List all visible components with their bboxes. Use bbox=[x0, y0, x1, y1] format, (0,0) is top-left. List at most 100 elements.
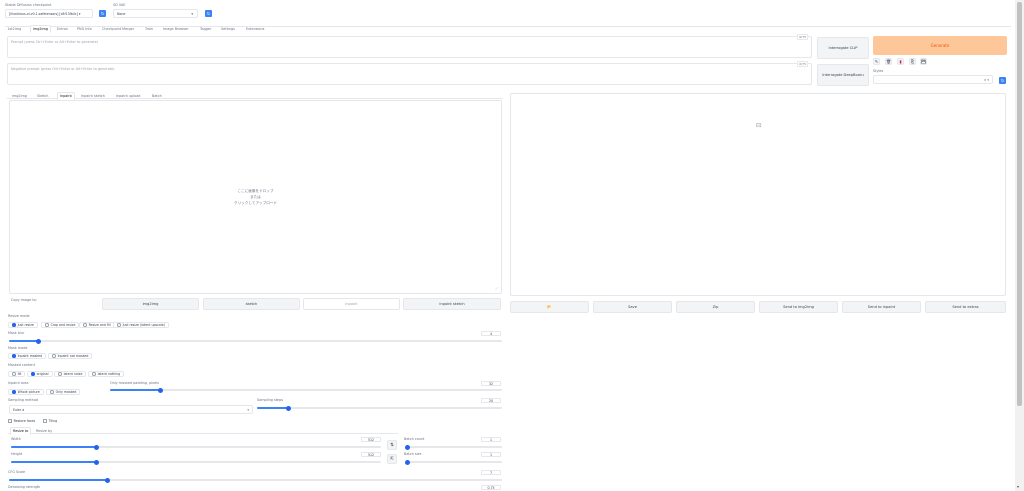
subtab-img2img[interactable]: img2img bbox=[12, 94, 27, 98]
copy-to-img2img-button[interactable]: img2img bbox=[102, 298, 199, 310]
restore-faces-checkbox[interactable]: Restore faces bbox=[8, 419, 35, 423]
tab-resize-by[interactable]: Resize by bbox=[36, 429, 52, 433]
width-input[interactable]: 512 bbox=[361, 437, 381, 442]
refresh-vae-icon[interactable]: ↻ bbox=[205, 10, 212, 17]
pencil-icon[interactable]: ✎ bbox=[873, 58, 880, 65]
page-scrollbar[interactable]: ▾ bbox=[1015, 0, 1024, 491]
padding-slider[interactable] bbox=[110, 387, 502, 393]
tab-settings[interactable]: Settings bbox=[221, 27, 235, 31]
zip-button[interactable]: Zip bbox=[676, 301, 755, 313]
inpaint-canvas-dropzone[interactable]: ここに画像をドロップ または クリックしてアップロード ⟋ bbox=[9, 100, 502, 294]
slider-knob[interactable] bbox=[105, 477, 111, 483]
swap-dimensions-icon[interactable]: ⇅ bbox=[387, 440, 397, 450]
checkpoint-select[interactable]: [Illustrious-xl-v0.1.safetensors] [c8f13… bbox=[5, 9, 93, 18]
radio-label: Resize and fill bbox=[88, 323, 111, 327]
interrogate-clip-button[interactable]: Interrogate CLIP bbox=[817, 37, 869, 59]
subtab-sketch[interactable]: Sketch bbox=[37, 94, 48, 98]
radio-crop-and-resize[interactable]: Crop and resize bbox=[41, 322, 80, 328]
vae-select[interactable]: None ▾ bbox=[113, 9, 198, 18]
subtab-batch[interactable]: Batch bbox=[152, 94, 162, 98]
height-input[interactable]: 512 bbox=[361, 452, 381, 457]
refresh-checkpoint-icon[interactable]: ↻ bbox=[99, 10, 106, 17]
tab-png-info[interactable]: PNG Info bbox=[77, 27, 92, 31]
mask-blur-slider[interactable] bbox=[9, 338, 502, 344]
interrogate-deepbooru-button[interactable]: Interrogate DeepBooru bbox=[817, 64, 869, 86]
generate-button[interactable]: Generate bbox=[873, 36, 1007, 55]
scrollbar-thumb[interactable] bbox=[1017, 2, 1022, 406]
slider-knob[interactable] bbox=[93, 459, 99, 465]
open-folder-icon[interactable]: 📂 bbox=[510, 301, 589, 313]
radio-latent-nothing[interactable]: latent nothing bbox=[88, 371, 125, 377]
prompt-input[interactable]: Prompt (press Ctrl+Enter or Alt+Enter to… bbox=[7, 34, 812, 58]
subtab-inpaint[interactable]: Inpaint bbox=[57, 92, 75, 100]
clipboard-icon[interactable]: ▮ bbox=[897, 58, 904, 65]
checkpoint-label: Stable Diffusion checkpoint bbox=[5, 3, 52, 7]
copy-to-sketch-button[interactable]: sketch bbox=[203, 298, 300, 310]
tiling-checkbox[interactable]: Tiling bbox=[43, 419, 57, 423]
checkbox-box bbox=[8, 419, 12, 423]
styles-select[interactable]: × ▾ bbox=[873, 75, 993, 84]
tab-resize-to[interactable]: Resize to bbox=[10, 427, 32, 435]
sampling-method-select[interactable]: Euler a ▾ bbox=[9, 405, 253, 414]
tab-checkpoint-merger[interactable]: Checkpoint Merger bbox=[102, 27, 134, 31]
slider-knob[interactable] bbox=[158, 387, 164, 393]
radio-label: Only masked bbox=[55, 390, 77, 394]
radio-latent-noise[interactable]: latent noise bbox=[54, 371, 87, 377]
sampling-method-label: Sampling method bbox=[8, 398, 39, 402]
radio-only-masked[interactable]: Only masked bbox=[46, 389, 81, 395]
slider-knob[interactable] bbox=[405, 444, 410, 450]
send-to-extras-button[interactable]: Send to extras bbox=[925, 301, 1006, 313]
cfg-scale-input[interactable]: 7 bbox=[481, 470, 501, 475]
batch-size-input[interactable]: 1 bbox=[481, 452, 501, 457]
batch-count-input[interactable]: 1 bbox=[481, 437, 501, 442]
subtab-inpaint-upload[interactable]: Inpaint upload bbox=[116, 94, 140, 98]
scroll-down-icon[interactable]: ▾ bbox=[1017, 484, 1019, 489]
save-button[interactable]: Save bbox=[593, 301, 672, 313]
copy-icon[interactable]: ⎘ bbox=[909, 58, 916, 65]
radio-dot bbox=[12, 354, 16, 358]
save-icon[interactable]: 💾 bbox=[920, 58, 927, 65]
height-slider[interactable] bbox=[11, 459, 381, 465]
radio-whole-picture[interactable]: Whole picture bbox=[8, 389, 44, 395]
tab-img2img[interactable]: img2img bbox=[30, 25, 51, 33]
slider-knob[interactable] bbox=[405, 459, 410, 465]
resize-handle-icon[interactable]: ⟋ bbox=[495, 286, 498, 291]
sampling-steps-input[interactable]: 20 bbox=[481, 398, 501, 403]
negative-prompt-input[interactable]: Negative prompt (press Ctrl+Enter or Alt… bbox=[7, 61, 812, 85]
refresh-styles-icon[interactable]: ↻ bbox=[999, 77, 1006, 84]
trash-icon[interactable]: 🗑 bbox=[885, 58, 892, 65]
radio-inpaint-not-masked[interactable]: Inpaint not masked bbox=[48, 353, 93, 359]
tab-txt2img[interactable]: txt2img bbox=[8, 27, 21, 31]
tab-extensions[interactable]: Extensions bbox=[246, 27, 264, 31]
copy-to-inpaint-sketch-button[interactable]: inpaint sketch bbox=[403, 298, 501, 310]
tab-train[interactable]: Train bbox=[145, 27, 153, 31]
sampling-steps-slider[interactable] bbox=[257, 405, 502, 411]
slider-knob[interactable] bbox=[93, 444, 99, 450]
radio-resize-and-fill[interactable]: Resize and fill bbox=[79, 322, 115, 328]
batch-size-slider[interactable] bbox=[405, 459, 502, 465]
radio-inpaint-masked[interactable]: Inpaint masked bbox=[8, 353, 47, 359]
copy-dimensions-icon[interactable]: ⇱ bbox=[387, 454, 397, 464]
slider-knob[interactable] bbox=[286, 405, 292, 411]
radio-label: Inpaint masked bbox=[17, 354, 43, 358]
radio-just-resize[interactable]: Just resize bbox=[8, 322, 38, 328]
mask-blur-label: Mask blur bbox=[8, 331, 25, 335]
slider-knob[interactable] bbox=[36, 338, 42, 344]
width-slider[interactable] bbox=[11, 444, 381, 450]
send-to-img2img-button[interactable]: Send to img2img bbox=[759, 301, 838, 313]
cfg-scale-slider[interactable] bbox=[9, 477, 502, 483]
batch-count-slider[interactable] bbox=[405, 444, 502, 450]
negative-token-counter: 0/75 bbox=[797, 61, 808, 67]
tab-tagger[interactable]: Tagger bbox=[200, 27, 211, 31]
tab-extras[interactable]: Extras bbox=[57, 27, 68, 31]
radio-latent-upscale[interactable]: Just resize (latent upscale) bbox=[113, 322, 169, 328]
subtab-inpaint-sketch[interactable]: Inpaint sketch bbox=[81, 94, 105, 98]
send-to-inpaint-button[interactable]: Send to inpaint bbox=[842, 301, 921, 313]
tab-image-browser[interactable]: Image Browser bbox=[163, 27, 188, 31]
copy-to-inpaint-button[interactable]: inpaint bbox=[303, 298, 400, 310]
radio-fill[interactable]: fill bbox=[8, 371, 26, 377]
radio-original[interactable]: original bbox=[27, 371, 53, 377]
padding-input[interactable]: 32 bbox=[481, 381, 501, 386]
mask-blur-input[interactable]: 4 bbox=[481, 331, 501, 336]
denoising-strength-input[interactable]: 0.75 bbox=[481, 485, 501, 490]
